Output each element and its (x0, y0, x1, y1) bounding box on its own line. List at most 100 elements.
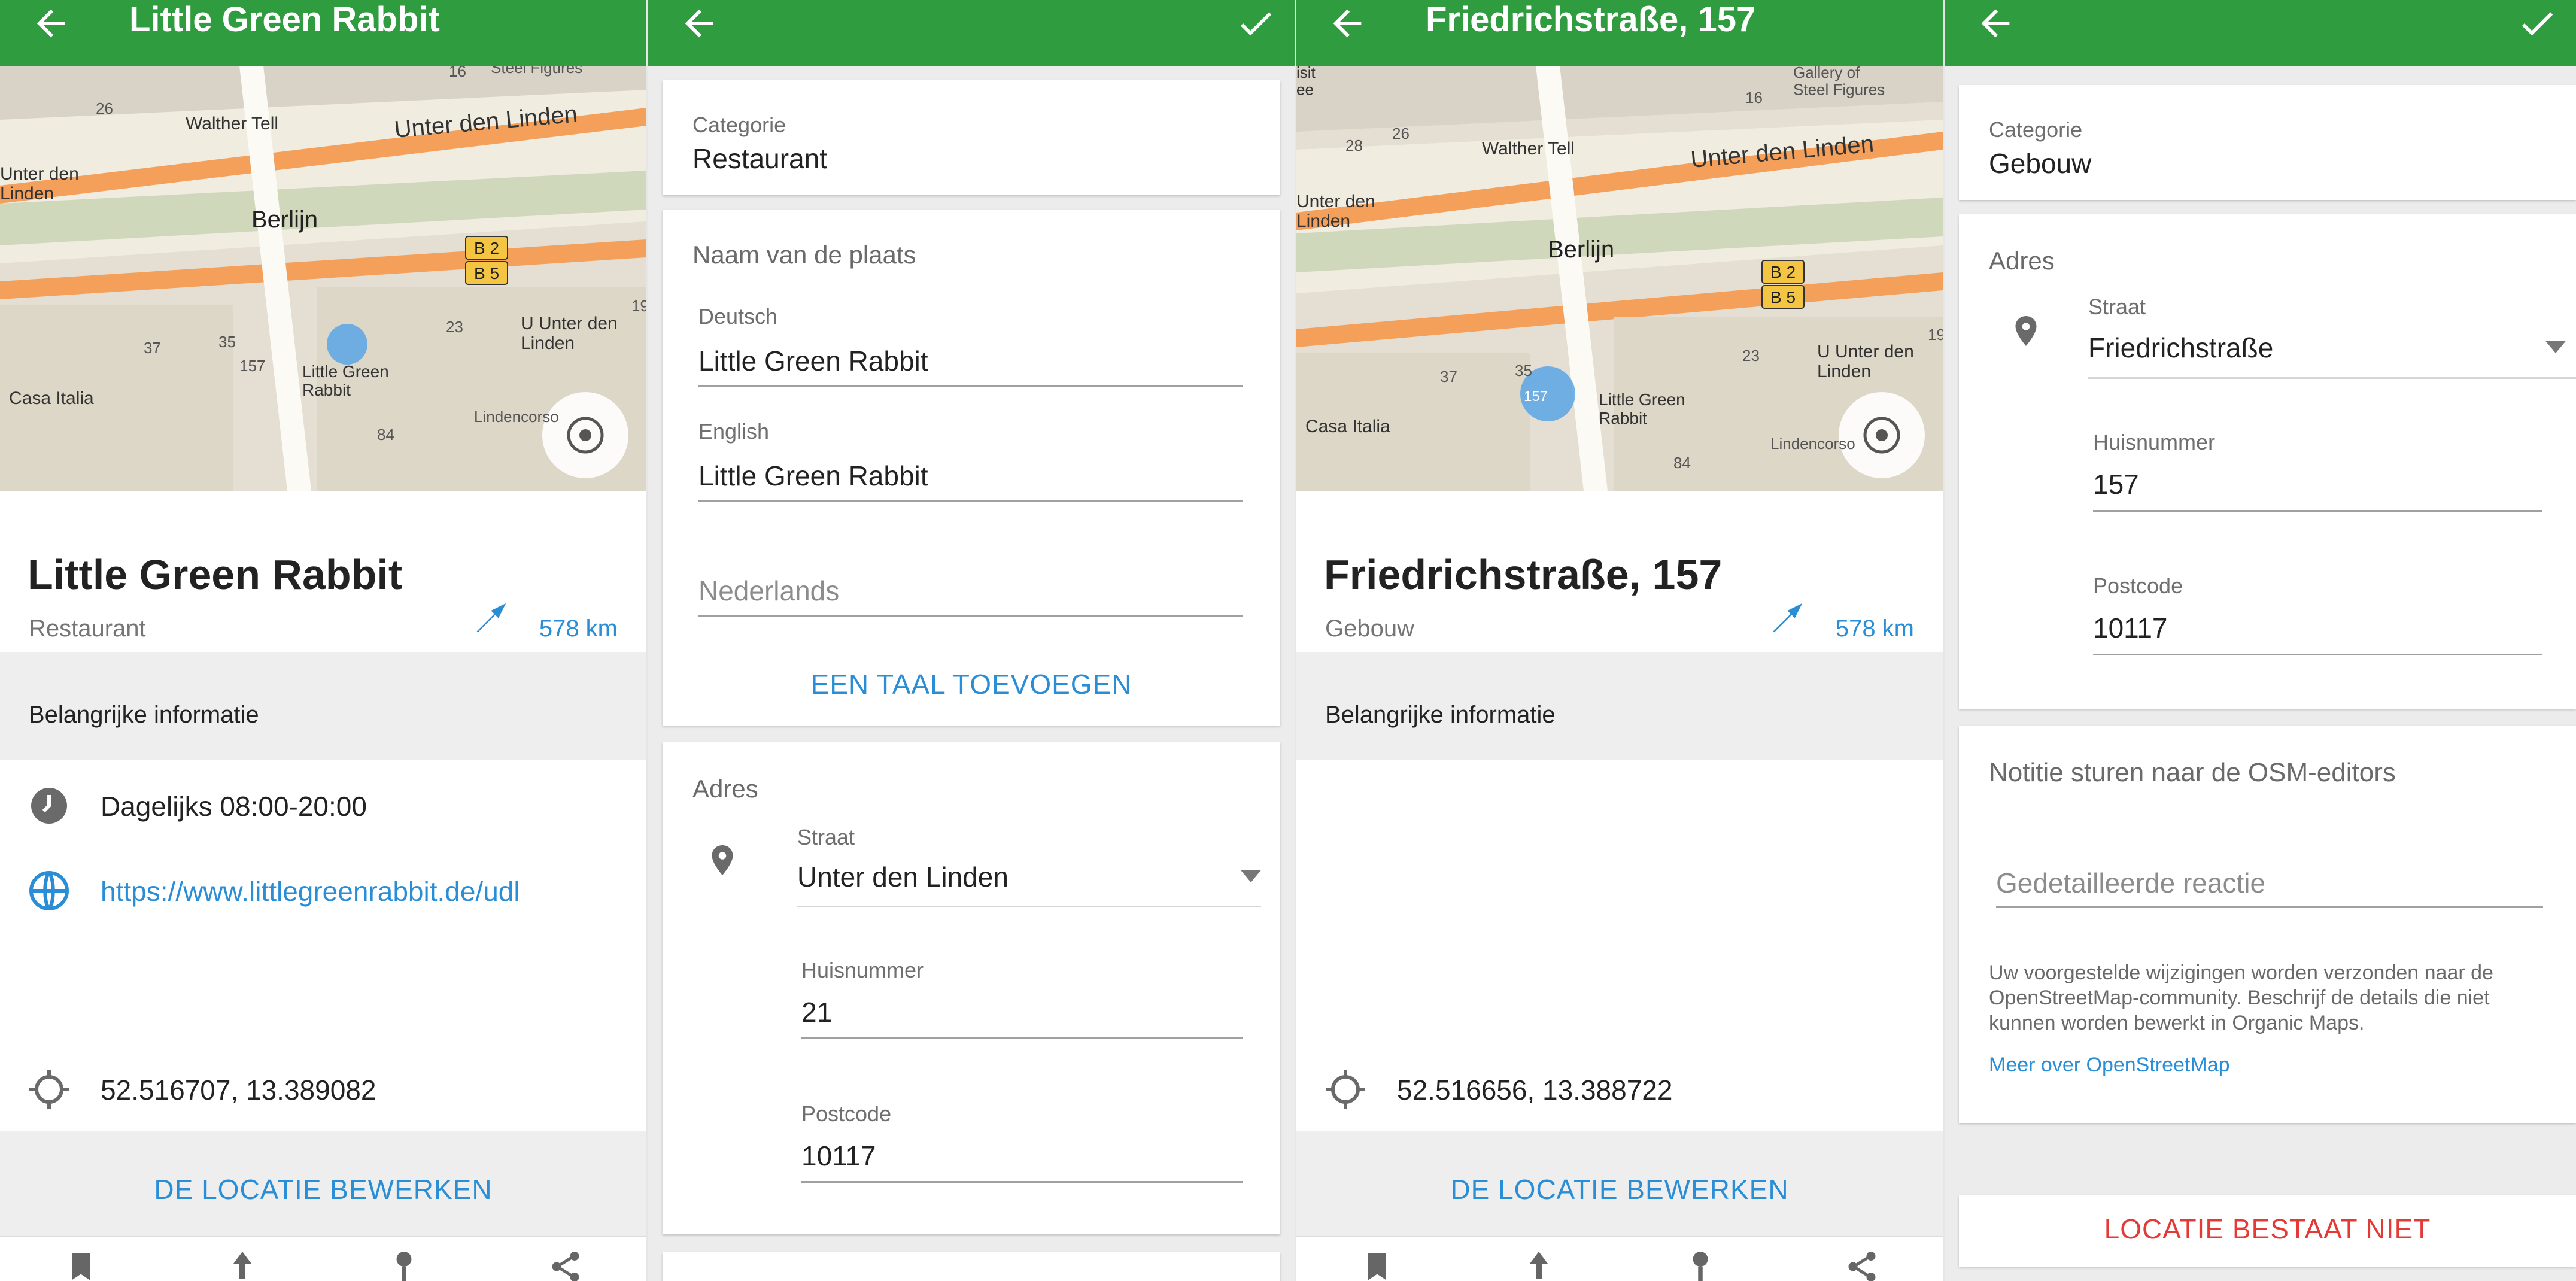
edit-location-button[interactable]: DE LOCATIE BEWERKEN (0, 1131, 646, 1234)
route-to-icon[interactable] (1679, 1249, 1721, 1281)
name-de-underline (698, 385, 1243, 387)
street-select[interactable]: Friedrichstraße (2088, 332, 2273, 364)
category-value: Gebouw (1989, 148, 2092, 179)
back-arrow-icon[interactable] (30, 2, 72, 44)
osm-note-info: Uw voorgestelde wijzigingen worden verzo… (1989, 961, 2493, 1034)
distance-label: 578 km (1835, 615, 1914, 642)
map-num-23: 23 (1742, 347, 1760, 365)
map-label-157-marker: 157 (1524, 388, 1548, 405)
street-underline (797, 906, 1261, 907)
chevron-down-icon[interactable] (2545, 341, 2566, 353)
map-canvas[interactable]: B 2 B 5 Unter den Linden Berlijn Walther… (0, 66, 646, 491)
map-label-lindencorso: Lindencorso (1770, 435, 1855, 453)
chevron-down-icon[interactable] (1241, 870, 1261, 882)
street-select[interactable]: Unter den Linden (797, 861, 1008, 893)
map-label-b5: B 5 (1770, 288, 1796, 306)
map-label-isit: isit ee (1296, 66, 1316, 99)
important-info-header: Belangrijke informatie (0, 654, 646, 760)
opening-hours-row[interactable]: Dagelijks 08:00-20:00 (0, 776, 646, 830)
app-bar (1945, 0, 2576, 66)
map-num-26: 26 (1392, 125, 1409, 142)
name-nl-underline (698, 615, 1243, 617)
website-link[interactable]: https://www.littlegreenrabbit.de/udl (101, 875, 520, 907)
house-number-label: Huisnummer (801, 958, 924, 982)
category-card[interactable]: Categorie Restaurant (663, 80, 1280, 195)
map-label-casa: Casa Italia (1305, 417, 1390, 436)
place-title: Little Green Rabbit (28, 551, 403, 598)
name-en-input[interactable]: Little Green Rabbit (698, 460, 928, 492)
bottom-action-bar (0, 1236, 646, 1281)
map-num-16: 16 (1745, 89, 1763, 107)
postcode-input[interactable]: 10117 (2093, 612, 2168, 644)
share-icon[interactable] (1841, 1249, 1883, 1281)
map-view[interactable]: B 2 B 5 157 Unter den Linden Berlijn Wal… (1296, 66, 1943, 491)
address-header: Adres (1989, 247, 2055, 275)
website-row[interactable]: https://www.littlegreenrabbit.de/udl (0, 861, 646, 915)
postcode-input[interactable]: 10117 (801, 1140, 876, 1172)
back-arrow-icon[interactable] (678, 2, 720, 44)
coordinates-row[interactable]: 52.516707, 13.389082 (0, 1060, 646, 1113)
globe-icon (29, 871, 69, 910)
map-num-16: 16 (449, 66, 466, 80)
place-page-restaurant: Little Green Rabbit B 2 B 5 Unter den Li… (0, 0, 646, 1281)
coordinates-text: 52.516707, 13.389082 (101, 1074, 376, 1106)
map-num-26: 26 (96, 99, 113, 117)
check-icon[interactable] (2516, 2, 2558, 44)
map-num-28: 28 (1345, 136, 1363, 154)
back-arrow-icon[interactable] (1326, 2, 1368, 44)
address-header: Adres (692, 775, 758, 803)
share-icon[interactable] (545, 1249, 587, 1281)
check-icon[interactable] (1235, 2, 1277, 44)
bookmark-icon[interactable] (60, 1249, 102, 1281)
map-label-b2: B 2 (1770, 263, 1796, 281)
coordinates-row[interactable]: 52.516656, 13.388722 (1296, 1060, 1943, 1113)
map-canvas[interactable]: B 2 B 5 157 Unter den Linden Berlijn Wal… (1296, 66, 1943, 491)
name-en-underline (698, 500, 1243, 502)
app-bar (648, 0, 1295, 66)
route-from-icon[interactable] (1518, 1249, 1560, 1281)
place-preview-card: Friedrichstraße, 157 Gebouw 578 km (1296, 491, 1943, 652)
house-number-input[interactable]: 21 (801, 996, 832, 1028)
map-pin-icon (2015, 316, 2037, 346)
location-not-exist-card[interactable]: LOCATIE BESTAAT NIET (1959, 1195, 2576, 1267)
location-not-exist-button[interactable]: LOCATIE BESTAAT NIET (1959, 1213, 2576, 1245)
screens-container: Little Green Rabbit B 2 B 5 Unter den Li… (0, 0, 2576, 1281)
map-label-b2: B 2 (474, 239, 499, 257)
place-name-card: Naam van de plaats Deutsch Little Green … (663, 210, 1280, 726)
map-label-berlin: Berlijn (251, 207, 318, 233)
back-arrow-icon[interactable] (1974, 2, 2016, 44)
more-about-osm-link[interactable]: Meer over OpenStreetMap (1989, 1054, 2230, 1077)
edit-location-label: DE LOCATIE BEWERKEN (1450, 1174, 1789, 1205)
lang-de-label: Deutsch (698, 304, 778, 329)
street-label: Straat (797, 825, 855, 849)
category-card[interactable]: Categorie Gebouw (1959, 85, 2576, 200)
place-preview-card: Little Green Rabbit Restaurant 578 km (0, 491, 646, 652)
important-info-header: Belangrijke informatie (1296, 654, 1943, 760)
edit-place-restaurant: Categorie Restaurant Naam van de plaats … (648, 0, 1295, 1281)
bookmark-icon[interactable] (1356, 1249, 1398, 1281)
info-list: 52.516656, 13.388722 (1296, 760, 1943, 1131)
postcode-underline (801, 1181, 1243, 1183)
category-label: Categorie (692, 113, 786, 137)
info-list: Dagelijks 08:00-20:00 https://www.little… (0, 760, 646, 1131)
edit-place-building: Categorie Gebouw Adres Straat Friedrichs… (1945, 0, 2576, 1281)
postcode-underline (2093, 654, 2542, 655)
place-name-header: Naam van de plaats (692, 241, 916, 269)
direction-arrow-icon (476, 603, 506, 633)
category-value: Restaurant (692, 143, 828, 174)
name-de-input[interactable]: Little Green Rabbit (698, 345, 928, 377)
address-card: Adres Straat Unter den Linden Huisnummer… (663, 742, 1280, 1234)
map-label-steel: Steel Figures (491, 66, 582, 77)
osm-note-input[interactable]: Gedetailleerde reactie (1996, 867, 2265, 899)
add-language-button[interactable]: EEN TAAL TOEVOEGEN (663, 668, 1280, 700)
osm-note-underline (1996, 906, 2543, 908)
place-category: Restaurant (29, 615, 146, 642)
section-header-text: Belangrijke informatie (1325, 702, 1556, 728)
edit-location-button[interactable]: DE LOCATIE BEWERKEN (1296, 1131, 1943, 1234)
route-to-icon[interactable] (383, 1249, 425, 1281)
route-from-icon[interactable] (221, 1249, 263, 1281)
house-number-input[interactable]: 157 (2093, 468, 2139, 500)
map-label-walther: Walther Tell (1482, 139, 1575, 159)
map-view[interactable]: B 2 B 5 Unter den Linden Berlijn Walther… (0, 66, 646, 491)
name-nl-input[interactable]: Nederlands (698, 575, 839, 607)
